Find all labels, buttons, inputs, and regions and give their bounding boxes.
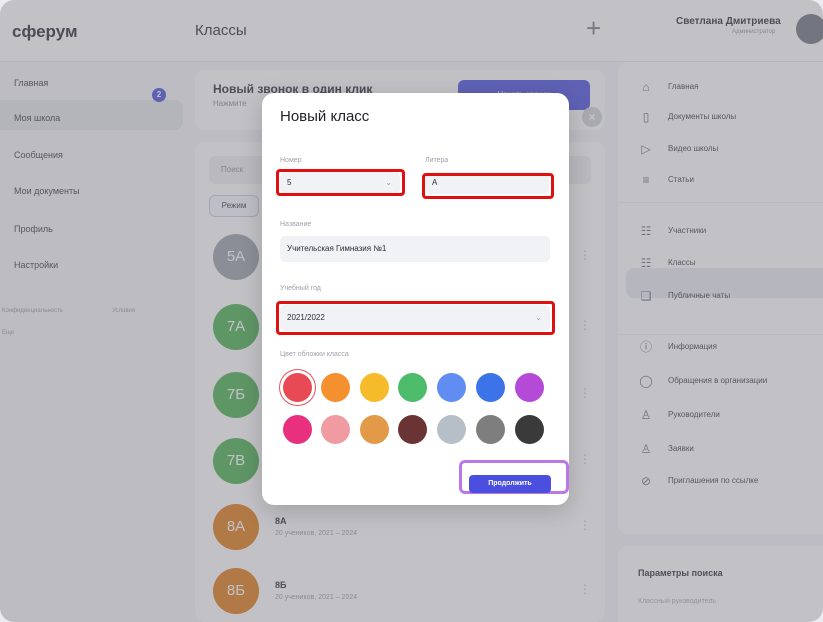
app-window: сферум Классы + Светлана Дмитриева Админ…	[0, 0, 823, 622]
color-swatch[interactable]	[437, 373, 466, 402]
color-swatch[interactable]	[476, 373, 505, 402]
color-swatch[interactable]	[398, 415, 427, 444]
color-swatch[interactable]	[283, 415, 312, 444]
dialog-title: Новый класс	[280, 108, 370, 125]
color-swatch[interactable]	[283, 373, 312, 402]
color-swatch[interactable]	[437, 415, 466, 444]
color-swatch[interactable]	[360, 415, 389, 444]
color-swatch[interactable]	[476, 415, 505, 444]
letter-label: Литера	[425, 157, 449, 164]
color-swatch[interactable]	[515, 415, 544, 444]
name-input[interactable]: Учительская Гимназия №1	[280, 236, 550, 262]
color-swatch[interactable]	[398, 373, 427, 402]
color-swatch[interactable]	[321, 415, 350, 444]
highlight-box-year	[276, 301, 555, 335]
color-swatch[interactable]	[515, 373, 544, 402]
highlight-box-letter	[422, 173, 554, 199]
continue-button[interactable]: Продолжить	[469, 475, 551, 493]
new-class-dialog: Новый класс Номер 5 ⌄ Литера А Название …	[262, 93, 569, 505]
name-label: Название	[280, 221, 312, 228]
cover-color-label: Цвет обложки класса	[280, 351, 349, 358]
color-swatch[interactable]	[321, 373, 350, 402]
number-label: Номер	[280, 157, 302, 164]
year-label: Учебный год	[280, 285, 321, 292]
color-swatch[interactable]	[360, 373, 389, 402]
highlight-box-number	[276, 169, 405, 196]
